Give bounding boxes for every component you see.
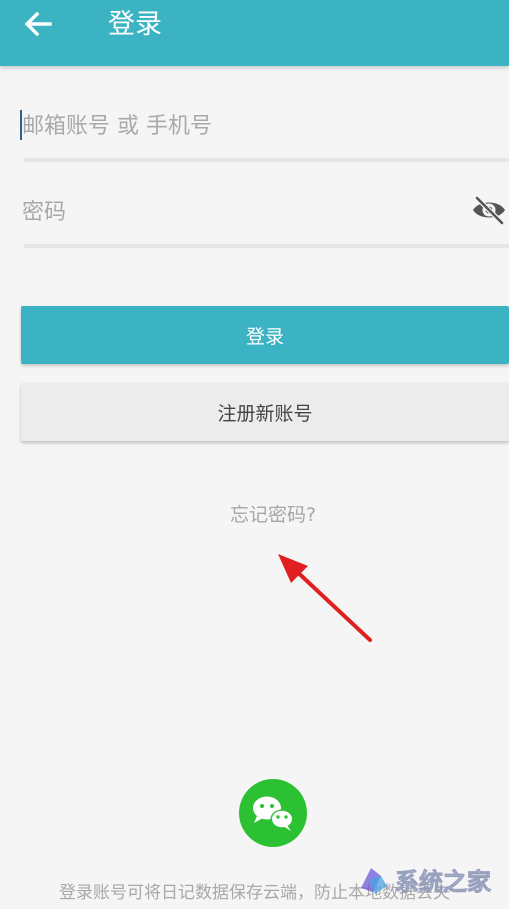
toggle-password-visibility[interactable] [471, 194, 507, 226]
register-button-label: 注册新账号 [217, 402, 313, 425]
text-cursor [20, 110, 22, 140]
login-button[interactable]: 登录 [21, 306, 509, 364]
email-underline [24, 158, 509, 162]
password-field [22, 186, 509, 248]
arrow-left-icon [24, 11, 52, 37]
eye-off-icon [473, 196, 505, 225]
password-input[interactable] [22, 186, 462, 238]
login-button-label: 登录 [245, 325, 284, 348]
watermark-logo: 系统之家 [361, 868, 491, 896]
watermark-text: 系统之家 [395, 868, 491, 896]
page-title: 登录 [108, 9, 162, 40]
back-button[interactable] [18, 6, 62, 44]
register-button[interactable]: 注册新账号 [21, 383, 509, 441]
email-field [20, 100, 509, 162]
wechat-icon [253, 796, 294, 831]
wechat-login-button[interactable] [239, 779, 307, 847]
app-bar: 登录 [0, 0, 509, 66]
password-underline [24, 244, 509, 248]
forgot-password-link[interactable]: 忘记密码? [0, 500, 509, 527]
red-arrow-annotation [278, 554, 372, 642]
email-input[interactable] [22, 100, 462, 152]
